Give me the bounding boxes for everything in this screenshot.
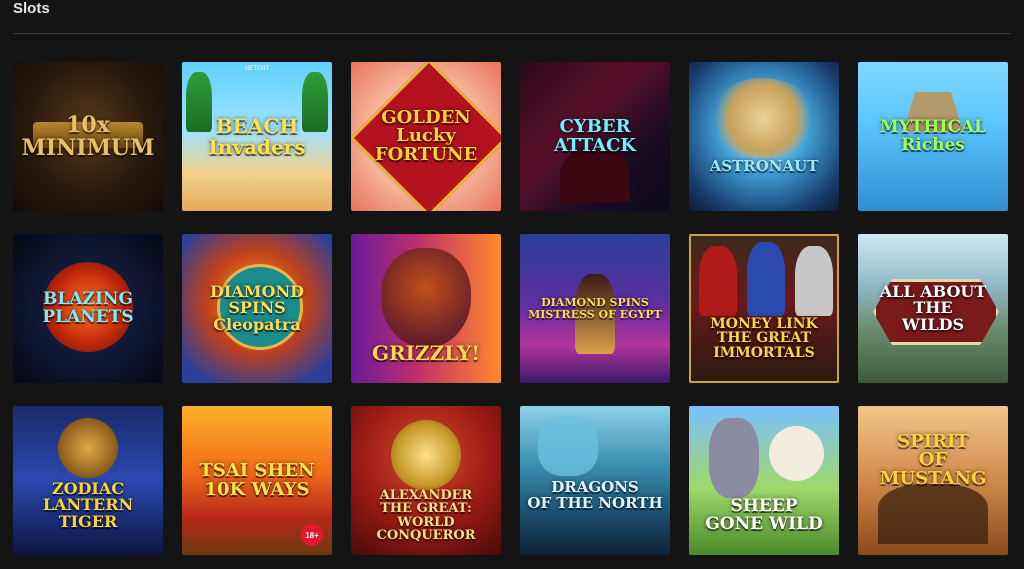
game-title: MONEY LINK THE GREAT IMMORTALS xyxy=(710,316,818,361)
game-title: ASTRONAUT xyxy=(709,156,819,175)
provider-logo: NETENT xyxy=(245,66,269,72)
game-tile-beach-invaders[interactable]: NETENT BEACH Invaders xyxy=(182,62,332,211)
game-tile-zodiac-lantern-tiger[interactable]: ZODIAC LANTERN TIGER xyxy=(13,406,163,555)
game-title: CYBER ATTACK xyxy=(553,116,637,156)
game-title: TSAI SHEN 10K WAYS xyxy=(199,460,315,500)
game-title: GRIZZLY! xyxy=(371,341,481,366)
game-title: BEACH Invaders xyxy=(208,114,306,159)
game-tile-sheep-gone-wild[interactable]: SHEEP GONE WILD xyxy=(689,406,839,555)
game-tile-dragons-of-the-north[interactable]: DRAGONS OF THE NORTH xyxy=(520,406,670,555)
game-grid: 10x MINIMUM NETENT BEACH Invaders GOLDEN… xyxy=(13,62,1008,555)
game-tile-money-link-the-great-immortals[interactable]: MONEY LINK THE GREAT IMMORTALS xyxy=(689,234,839,383)
game-title: GOLDEN Lucky FORTUNE xyxy=(374,106,478,165)
game-title: 10x MINIMUM xyxy=(21,112,155,161)
game-title: ALEXANDER THE GREAT: WORLD CONQUEROR xyxy=(376,488,476,543)
divider xyxy=(13,33,1011,34)
game-title: ZODIAC LANTERN TIGER xyxy=(42,479,134,531)
game-tile-grizzly[interactable]: GRIZZLY! xyxy=(351,234,501,383)
game-tile-cleopatra[interactable]: DIAMOND SPINS Cleopatra xyxy=(182,234,332,383)
game-title: BLAZING PLANETS xyxy=(42,289,134,327)
game-tile-mythical-riches[interactable]: MYTHICAL Riches xyxy=(858,62,1008,211)
game-title: ALL ABOUT THE WILDS xyxy=(879,282,987,334)
game-tile-golden-lucky-fortune[interactable]: GOLDEN Lucky FORTUNE xyxy=(351,62,501,211)
game-tile-spirit-of-mustang[interactable]: SPIRIT OF MUSTANG xyxy=(858,406,1008,555)
section-title: Slots xyxy=(13,0,50,17)
age-restriction-badge: 18+ xyxy=(301,524,323,546)
game-title: DRAGONS OF THE NORTH xyxy=(527,478,663,512)
game-tile-blazing-planets[interactable]: BLAZING PLANETS xyxy=(13,234,163,383)
game-tile-10x-minimum[interactable]: 10x MINIMUM xyxy=(13,62,163,211)
game-tile-astronaut[interactable]: ASTRONAUT xyxy=(689,62,839,211)
game-title: DIAMOND SPINS MISTRESS OF EGYPT xyxy=(528,296,662,321)
game-title: DIAMOND SPINS Cleopatra xyxy=(210,282,304,334)
game-title: SHEEP GONE WILD xyxy=(705,496,823,534)
game-tile-tsai-shen[interactable]: TSAI SHEN 10K WAYS 18+ xyxy=(182,406,332,555)
game-tile-alexander-the-great[interactable]: ALEXANDER THE GREAT: WORLD CONQUEROR xyxy=(351,406,501,555)
game-tile-mistress-of-egypt[interactable]: DIAMOND SPINS MISTRESS OF EGYPT xyxy=(520,234,670,383)
game-tile-all-about-the-wilds[interactable]: ALL ABOUT THE WILDS xyxy=(858,234,1008,383)
game-tile-cyber-attack[interactable]: CYBER ATTACK xyxy=(520,62,670,211)
game-title: SPIRIT OF MUSTANG xyxy=(879,430,987,489)
game-title: MYTHICAL Riches xyxy=(879,117,987,155)
